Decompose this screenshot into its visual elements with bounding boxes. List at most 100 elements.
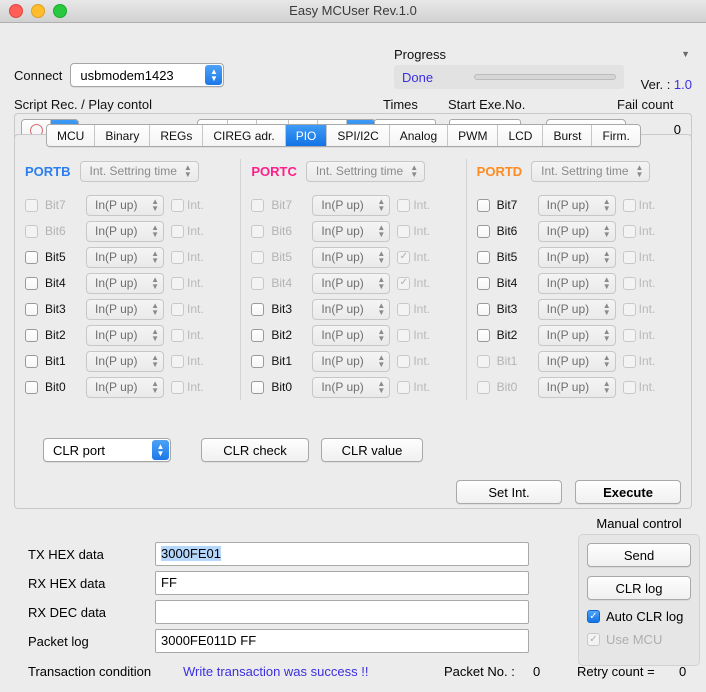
auto-clr-log-row[interactable]: Auto CLR log <box>587 609 691 624</box>
bit-label: Bit3 <box>271 302 305 316</box>
port-header-portd: PORTDInt. Settring time▲▼ <box>477 159 691 183</box>
int-label: Int. <box>639 198 656 212</box>
bit-mode-select-portc-bit0[interactable]: In(P up)▲▼ <box>312 377 390 398</box>
tab-lcd[interactable]: LCD <box>497 125 542 146</box>
bit-row: Bit1In(P up)▲▼Int. <box>251 348 465 374</box>
rx-dec-data-input[interactable] <box>155 600 529 624</box>
bit-mode-select-portd-bit5[interactable]: In(P up)▲▼ <box>538 247 616 268</box>
clr-port-select[interactable]: CLR port ▲▼ <box>43 438 171 462</box>
tab-pwm[interactable]: PWM <box>447 125 497 146</box>
bit-mode-select-portd-bit1[interactable]: In(P up)▲▼ <box>538 351 616 372</box>
bit-checkbox-portd-bit2[interactable] <box>477 329 490 342</box>
bit-checkbox-portb-bit5[interactable] <box>25 251 38 264</box>
bit-mode-select-portb-bit1[interactable]: In(P up)▲▼ <box>86 351 164 372</box>
int-wrap: Int. <box>397 302 430 316</box>
int-checkbox-portd-bit6 <box>623 225 636 238</box>
int-label: Int. <box>187 224 204 238</box>
bit-mode-select-portb-bit4[interactable]: In(P up)▲▼ <box>86 273 164 294</box>
bit-checkbox-portc-bit0[interactable] <box>251 381 264 394</box>
int-checkbox-portc-bit1 <box>397 355 410 368</box>
bit-mode-select-portd-bit2[interactable]: In(P up)▲▼ <box>538 325 616 346</box>
bit-mode-select-portc-bit6[interactable]: In(P up)▲▼ <box>312 221 390 242</box>
bit-row: Bit7In(P up)▲▼Int. <box>25 192 240 218</box>
bit-checkbox-portb-bit4[interactable] <box>25 277 38 290</box>
int-label: Int. <box>187 328 204 342</box>
bit-mode-select-portc-bit7[interactable]: In(P up)▲▼ <box>312 195 390 216</box>
auto-clr-log-checkbox[interactable] <box>587 610 600 623</box>
bit-mode-select-portc-bit3[interactable]: In(P up)▲▼ <box>312 299 390 320</box>
bit-mode-select-portb-bit7[interactable]: In(P up)▲▼ <box>86 195 164 216</box>
int-wrap: Int. <box>623 198 656 212</box>
packet-log-input[interactable]: 3000FE011D FF <box>155 629 529 653</box>
int-checkbox-portc-bit0 <box>397 381 410 394</box>
tab-spi-i2c[interactable]: SPI/I2C <box>326 125 388 146</box>
bit-mode-select-portb-bit6[interactable]: In(P up)▲▼ <box>86 221 164 242</box>
int-wrap: Int. <box>397 224 430 238</box>
tab-bar[interactable]: MCUBinaryREGsCIREG adr.PIOSPI/I2CAnalogP… <box>46 124 641 147</box>
bit-checkbox-portb-bit1[interactable] <box>25 355 38 368</box>
connect-port-select[interactable]: usbmodem1423 ▲▼ <box>70 63 224 87</box>
tab-cireg-adr[interactable]: CIREG adr. <box>202 125 284 146</box>
tab-mcu[interactable]: MCU <box>47 125 94 146</box>
execute-button[interactable]: Execute <box>575 480 681 504</box>
bit-mode-select-portc-bit1[interactable]: In(P up)▲▼ <box>312 351 390 372</box>
bit-mode-select-portd-bit6[interactable]: In(P up)▲▼ <box>538 221 616 242</box>
bit-row: Bit1In(P up)▲▼Int. <box>25 348 240 374</box>
tx-hex-data-input[interactable]: 3000FE01 <box>155 542 529 566</box>
bit-checkbox-portd-bit7[interactable] <box>477 199 490 212</box>
int-setting-time-select-portb[interactable]: Int. Settring time▲▼ <box>80 161 199 182</box>
tab-pio[interactable]: PIO <box>285 125 327 146</box>
bit-mode-select-portc-bit2[interactable]: In(P up)▲▼ <box>312 325 390 346</box>
int-label: Int. <box>187 354 204 368</box>
bit-label: Bit2 <box>271 328 305 342</box>
tab-analog[interactable]: Analog <box>389 125 447 146</box>
clr-log-button[interactable]: CLR log <box>587 576 691 600</box>
bit-checkbox-portb-bit2[interactable] <box>25 329 38 342</box>
chevron-down-icon[interactable]: ▼ <box>681 49 690 59</box>
port-header-portc: PORTCInt. Settring time▲▼ <box>251 159 465 183</box>
tx-hex-data-value: 3000FE01 <box>161 546 221 561</box>
bit-checkbox-portb-bit3[interactable] <box>25 303 38 316</box>
clr-value-button[interactable]: CLR value <box>321 438 423 462</box>
bit-mode-select-portd-bit0[interactable]: In(P up)▲▼ <box>538 377 616 398</box>
bit-checkbox-portc-bit3[interactable] <box>251 303 264 316</box>
tab-regs[interactable]: REGs <box>149 125 202 146</box>
rx-hex-data-input[interactable]: FF <box>155 571 529 595</box>
bit-mode-select-portb-bit3[interactable]: In(P up)▲▼ <box>86 299 164 320</box>
int-setting-time-select-portc[interactable]: Int. Settring time▲▼ <box>306 161 425 182</box>
bit-checkbox-portb-bit0[interactable] <box>25 381 38 394</box>
tab-firm[interactable]: Firm. <box>591 125 639 146</box>
bit-checkbox-portc-bit2[interactable] <box>251 329 264 342</box>
bit-mode-select-portb-bit2[interactable]: In(P up)▲▼ <box>86 325 164 346</box>
clr-port-value: CLR port <box>53 443 146 458</box>
bit-label: Bit4 <box>45 276 79 290</box>
bit-mode-select-portd-bit4[interactable]: In(P up)▲▼ <box>538 273 616 294</box>
set-int-button[interactable]: Set Int. <box>456 480 562 504</box>
bit-mode-value: In(P up) <box>547 250 603 264</box>
version-value: 1.0 <box>674 77 692 92</box>
send-button[interactable]: Send <box>587 543 691 567</box>
chevron-updown-icon: ▲▼ <box>151 250 159 264</box>
bit-mode-value: In(P up) <box>547 224 603 238</box>
bit-checkbox-portd-bit6[interactable] <box>477 225 490 238</box>
bit-mode-select-portd-bit3[interactable]: In(P up)▲▼ <box>538 299 616 320</box>
bit-mode-select-portc-bit4[interactable]: In(P up)▲▼ <box>312 273 390 294</box>
bit-mode-select-portb-bit5[interactable]: In(P up)▲▼ <box>86 247 164 268</box>
int-setting-time-select-portd[interactable]: Int. Settring time▲▼ <box>531 161 650 182</box>
bit-row: Bit4In(P up)▲▼Int. <box>25 270 240 296</box>
bit-mode-select-portd-bit7[interactable]: In(P up)▲▼ <box>538 195 616 216</box>
bit-checkbox-portd-bit4[interactable] <box>477 277 490 290</box>
bit-checkbox-portd-bit3[interactable] <box>477 303 490 316</box>
bit-checkbox-portb-bit6 <box>25 225 38 238</box>
chevron-updown-icon: ▲▼ <box>603 224 611 238</box>
bit-checkbox-portb-bit7 <box>25 199 38 212</box>
bit-mode-select-portb-bit0[interactable]: In(P up)▲▼ <box>86 377 164 398</box>
bit-mode-select-portc-bit5[interactable]: In(P up)▲▼ <box>312 247 390 268</box>
bit-checkbox-portd-bit5[interactable] <box>477 251 490 264</box>
tab-burst[interactable]: Burst <box>542 125 591 146</box>
int-label: Int. <box>187 380 204 394</box>
tab-binary[interactable]: Binary <box>94 125 149 146</box>
int-checkbox-portc-bit6 <box>397 225 410 238</box>
bit-checkbox-portc-bit1[interactable] <box>251 355 264 368</box>
clr-check-button[interactable]: CLR check <box>201 438 309 462</box>
